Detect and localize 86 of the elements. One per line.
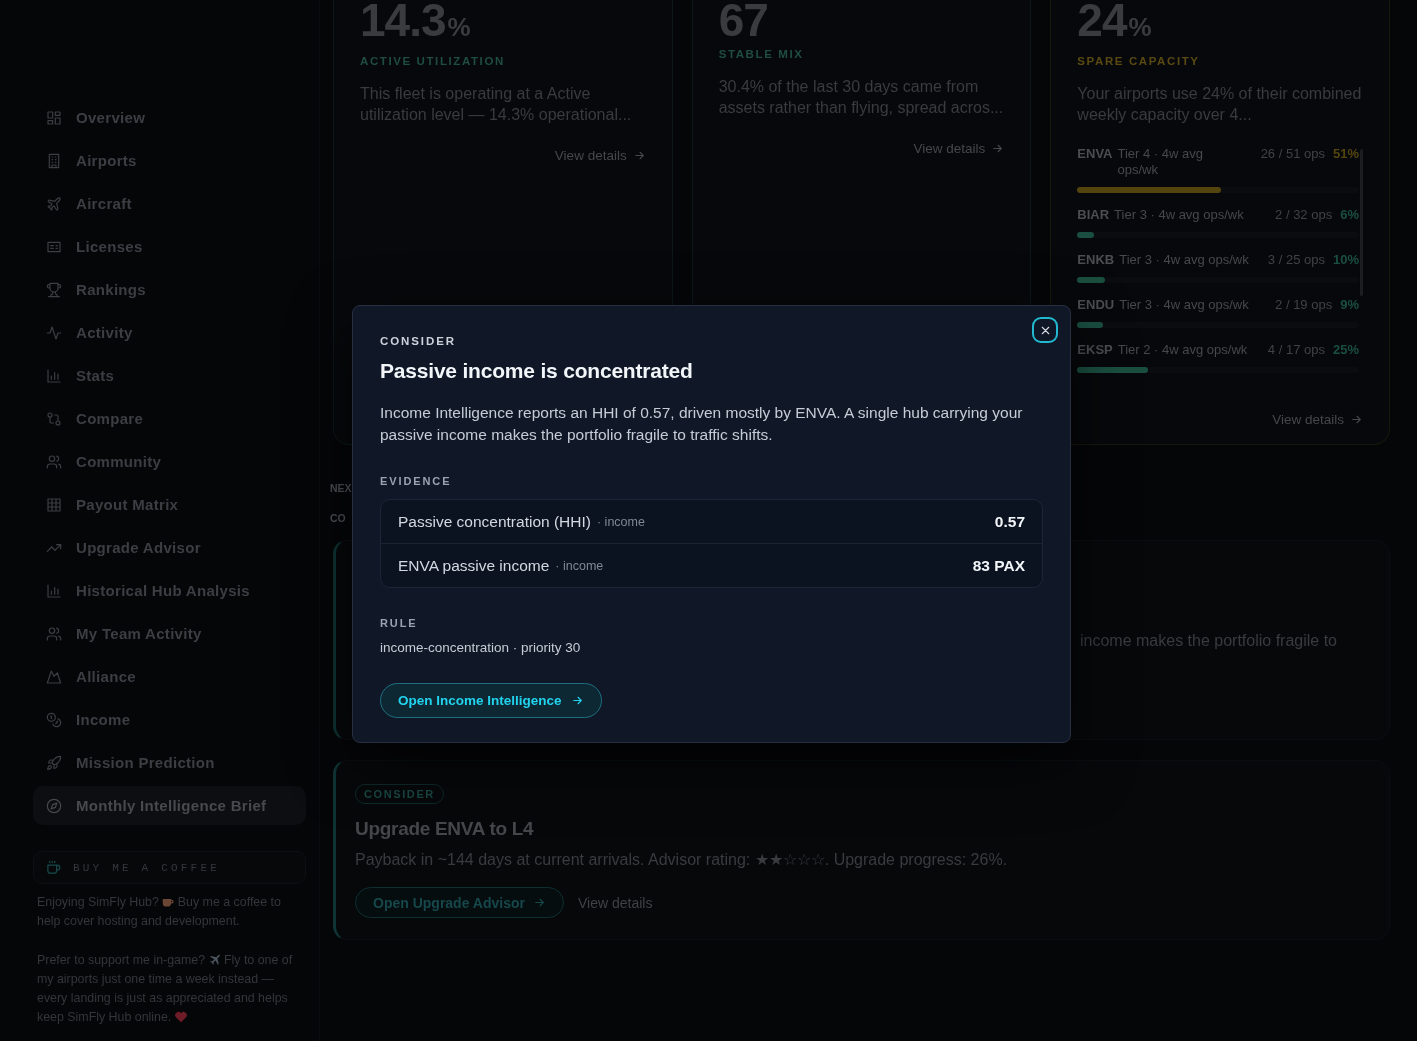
- sidebar-item[interactable]: Community: [33, 442, 306, 481]
- grid-icon: [46, 109, 62, 126]
- ops-count: 2 / 32 ops: [1275, 207, 1333, 223]
- rocket-icon: [46, 754, 62, 771]
- evidence-source: · income: [596, 514, 645, 529]
- airport-code: EKSP: [1077, 342, 1113, 358]
- compass-icon: [46, 797, 62, 814]
- view-details-link[interactable]: View details: [577, 894, 653, 911]
- building-icon: [46, 152, 62, 169]
- evidence-label: Passive concentration (HHI): [398, 512, 591, 531]
- sidebar-item[interactable]: Upgrade Advisor: [33, 528, 306, 567]
- sidebar-item[interactable]: Compare: [33, 399, 306, 438]
- view-details-link[interactable]: View details: [554, 146, 646, 165]
- rule-text: income-concentration · priority 30: [380, 639, 581, 657]
- bar-chart-icon: [46, 367, 62, 384]
- arrow-right-icon: [1350, 413, 1363, 426]
- heart-icon: [174, 1011, 187, 1023]
- airport-code: ENDU: [1077, 297, 1115, 313]
- usage-percent: 51%: [1332, 146, 1359, 162]
- section-heading: NEX: [330, 481, 352, 495]
- open-income-button[interactable]: Open Income Intelligence: [380, 683, 602, 718]
- sidebar-item[interactable]: Aircraft: [33, 184, 306, 223]
- dialog-body: Income Intelligence reports an HHI of 0.57, driven mostly by ENVA. A single hub carrying your passive income makes the portfolio fragile to traffic shifts.: [380, 403, 1024, 445]
- tier-text: Tier 3 · 4w avg ops/wk: [1114, 207, 1245, 223]
- plane-icon: [46, 195, 62, 212]
- evidence-source: · income: [555, 558, 604, 573]
- view-details-link[interactable]: View details: [1272, 410, 1363, 429]
- close-button[interactable]: [1032, 317, 1058, 343]
- airport-code: BIAR: [1077, 207, 1110, 223]
- users-icon: [46, 453, 62, 470]
- mountain-icon: [46, 668, 62, 685]
- metric-label: SPARE CAPACITY: [1077, 54, 1200, 68]
- sidebar-item[interactable]: Monthly Intelligence Brief: [33, 786, 306, 825]
- ops-count: 3 / 25 ops: [1267, 252, 1325, 268]
- card-title: Upgrade ENVA to L4: [355, 817, 535, 841]
- sidebar-item[interactable]: Mission Prediction: [33, 743, 306, 782]
- sidebar-item[interactable]: My Team Activity: [33, 614, 306, 653]
- dialog-title: Passive income is concentrated: [380, 358, 694, 384]
- evidence-label: ENVA passive income: [398, 556, 550, 575]
- open-advisor-button[interactable]: Open Upgrade Advisor: [355, 887, 564, 918]
- sidebar-item[interactable]: Rankings: [33, 270, 306, 309]
- rule-heading: RULE: [380, 616, 418, 630]
- ops-count: 4 / 17 ops: [1267, 342, 1325, 358]
- sidebar-item[interactable]: Activity: [33, 313, 306, 352]
- view-details-link[interactable]: View details: [913, 139, 1005, 158]
- arrow-right-icon: [532, 896, 546, 909]
- tier-text: Tier 2 · 4w avg ops/wk: [1117, 342, 1249, 358]
- usage-percent: 9%: [1340, 297, 1359, 313]
- sidebar-item[interactable]: Historical Hub Analysis: [33, 571, 306, 610]
- sidebar-item[interactable]: Licenses: [33, 227, 306, 266]
- bar-chart-icon: [46, 582, 62, 599]
- sidebar-item[interactable]: Overview: [33, 98, 306, 137]
- evidence-heading: EVIDENCE: [380, 474, 452, 488]
- tier-text: Tier 3 · 4w avg ops/wk: [1119, 297, 1250, 313]
- dialog-eyebrow: CONSIDER: [380, 334, 456, 348]
- evidence-value: 83 PAX: [972, 556, 1025, 575]
- tier-text: Tier 4 · 4w avg ops/wk: [1117, 146, 1204, 178]
- sidebar-item[interactable]: Income: [33, 700, 306, 739]
- evidence-value: 0.57: [994, 512, 1025, 531]
- sidebar-item[interactable]: Payout Matrix: [33, 485, 306, 524]
- table-icon: [46, 496, 62, 513]
- arrow-right-icon: [632, 149, 646, 162]
- users-icon: [46, 625, 62, 642]
- arrow-right-icon: [991, 142, 1005, 155]
- metric-label: STABLE MIX: [718, 47, 804, 61]
- arrow-right-icon: [570, 694, 584, 707]
- coffee-cup-icon: [162, 896, 175, 908]
- ops-count: 26 / 51 ops: [1260, 146, 1325, 162]
- airport-code: ENVA: [1077, 146, 1113, 162]
- coffee-cup-icon: [46, 860, 61, 875]
- airport-code: ENKB: [1077, 252, 1115, 268]
- swap-icon: [46, 410, 62, 427]
- tier-text: Tier 3 · 4w avg ops/wk: [1119, 252, 1250, 268]
- usage-percent: 25%: [1332, 342, 1359, 358]
- sidebar-item[interactable]: Alliance: [33, 657, 306, 696]
- airplane-icon: [208, 954, 221, 966]
- ops-count: 2 / 19 ops: [1275, 297, 1333, 313]
- usage-percent: 10%: [1332, 252, 1359, 268]
- usage-percent: 6%: [1340, 207, 1359, 223]
- coins-icon: [46, 711, 62, 728]
- sidebar-item[interactable]: Airports: [33, 141, 306, 180]
- sidebar-item[interactable]: Stats: [33, 356, 306, 395]
- trophy-icon: [46, 281, 62, 298]
- group-heading: CO: [330, 511, 346, 525]
- metric-label: ACTIVE UTILIZATION: [360, 54, 505, 68]
- pulse-icon: [46, 324, 62, 341]
